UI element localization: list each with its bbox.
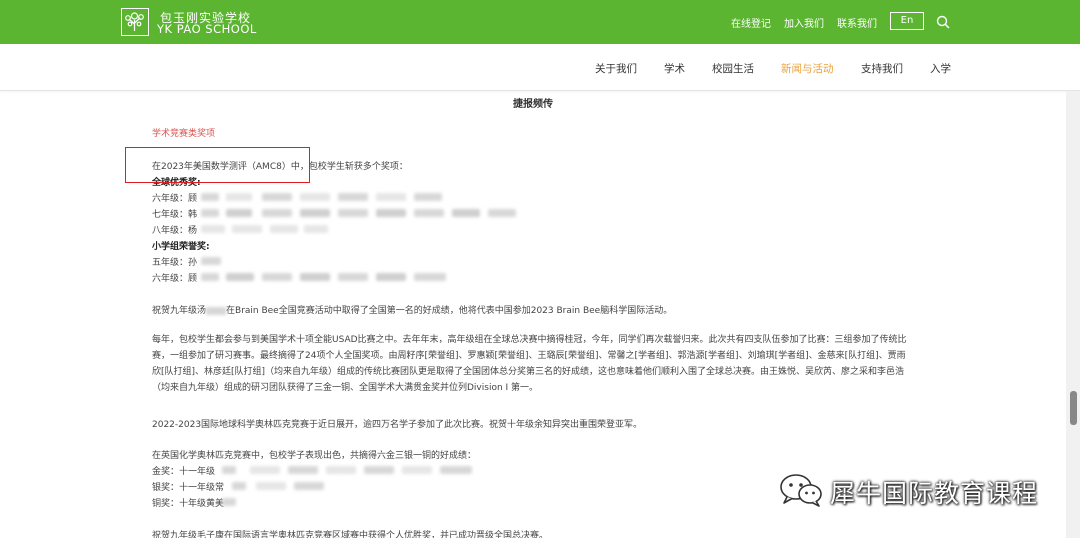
nav-campus-life[interactable]: 校园生活	[712, 61, 754, 76]
redacted-name	[376, 209, 406, 217]
nav-academics[interactable]: 学术	[664, 61, 685, 76]
wechat-icon	[778, 472, 826, 512]
language-en-button[interactable]: En	[890, 12, 924, 30]
redacted-name	[338, 209, 368, 217]
contact-us-link[interactable]: 联系我们	[837, 15, 877, 30]
chem-gold-line: 金奖：十一年级	[152, 467, 216, 477]
chem-silver-line: 银奖：十一年级常	[152, 483, 225, 493]
redacted-name	[226, 273, 254, 281]
redacted-name	[262, 209, 292, 217]
chem-intro: 在英国化学奥林匹克竞赛中，包校学子表现出色，共摘得六金三银一铜的好成绩：	[152, 451, 477, 461]
redacted-name	[300, 273, 330, 281]
redacted-name	[222, 498, 236, 506]
linguistics-paragraph: 祝贺九年级毛子康在国际语言学奥林匹克竞赛区域赛中获得个人优胜奖，并已成功晋级全国…	[152, 531, 549, 538]
redacted-name	[262, 273, 292, 281]
redacted-name	[300, 209, 330, 217]
redacted-name	[270, 225, 298, 233]
highlight-box	[125, 147, 310, 183]
redacted-name	[201, 257, 221, 265]
redacted-name	[206, 306, 227, 315]
redacted-name	[414, 193, 442, 201]
school-logo-tree-icon[interactable]	[121, 8, 149, 36]
top-header-bar: 包玉刚实验学校 YK PAO SCHOOL 在线登记 加入我们 联系我们 En	[0, 0, 1080, 44]
redacted-name	[338, 193, 368, 201]
redacted-name	[452, 209, 480, 217]
redacted-name	[250, 466, 280, 474]
redacted-name	[201, 209, 219, 217]
global-line-grade8: 八年级：杨	[152, 226, 198, 236]
redacted-name	[376, 273, 406, 281]
article-heading: 捷报频传	[513, 99, 553, 110]
watermark-text: 犀牛国际教育课程	[830, 479, 1039, 508]
scrollbar-thumb[interactable]	[1070, 391, 1077, 425]
earth-science-paragraph: 2022-2023国际地球科学奥林匹克竞赛于近日展开，逾四万名学子参加了此次比赛…	[152, 420, 643, 430]
primary-line-grade6: 六年级：顾	[152, 274, 198, 284]
redacted-name	[226, 193, 252, 201]
school-name-en[interactable]: YK PAO SCHOOL	[157, 22, 257, 36]
redacted-name	[326, 466, 356, 474]
redacted-name	[232, 482, 246, 490]
scrollbar-track[interactable]	[1066, 91, 1080, 538]
search-icon[interactable]	[936, 14, 950, 33]
global-line-grade6: 六年级：顾	[152, 194, 198, 204]
join-us-link[interactable]: 加入我们	[784, 15, 824, 30]
redacted-name	[256, 482, 286, 490]
redacted-name	[488, 209, 516, 217]
main-nav: 关于我们 学术 校园生活 新闻与活动 支持我们 入学	[0, 44, 1080, 91]
redacted-name	[262, 193, 292, 201]
nav-news-events[interactable]: 新闻与活动	[781, 61, 834, 76]
redacted-name	[288, 466, 318, 474]
redacted-name	[201, 225, 225, 233]
redacted-name	[364, 466, 394, 474]
brainbee-pre: 祝贺九年级汤	[152, 306, 207, 316]
nav-about[interactable]: 关于我们	[595, 61, 637, 76]
global-line-grade7: 七年级：韩	[152, 210, 198, 220]
redacted-name	[226, 209, 252, 217]
brainbee-post: 在Brain Bee全国竞赛活动中取得了全国第一名的好成绩，他将代表中国参加20…	[226, 306, 673, 316]
usad-paragraph: 每年，包校学生都会参与到美国学术十项全能USAD比赛之中。去年年末，高年级组在全…	[152, 335, 907, 393]
redacted-name	[294, 482, 324, 490]
chem-bronze-line: 铜奖：十年级黄美	[152, 499, 225, 509]
redacted-name	[414, 209, 444, 217]
online-register-link[interactable]: 在线登记	[731, 15, 771, 30]
nav-support[interactable]: 支持我们	[861, 61, 903, 76]
redacted-name	[232, 225, 262, 233]
redacted-name	[338, 273, 368, 281]
redacted-name	[304, 225, 328, 233]
redacted-name	[376, 193, 406, 201]
redacted-name	[402, 466, 432, 474]
primary-award-title: 小学组荣誉奖:	[152, 242, 210, 252]
nav-admissions[interactable]: 入学	[930, 61, 951, 76]
redacted-name	[414, 273, 446, 281]
redacted-name	[222, 466, 236, 474]
redacted-name	[201, 193, 219, 201]
primary-line-grade5: 五年级：孙	[152, 258, 198, 268]
redacted-name	[201, 273, 219, 281]
section-title: 学术竞赛类奖项	[152, 129, 216, 139]
redacted-name	[300, 193, 330, 201]
redacted-name	[440, 466, 472, 474]
brainbee-paragraph: 祝贺九年级汤 在Brain Bee全国竞赛活动中取得了全国第一名的好成绩，他将代表…	[152, 303, 672, 316]
